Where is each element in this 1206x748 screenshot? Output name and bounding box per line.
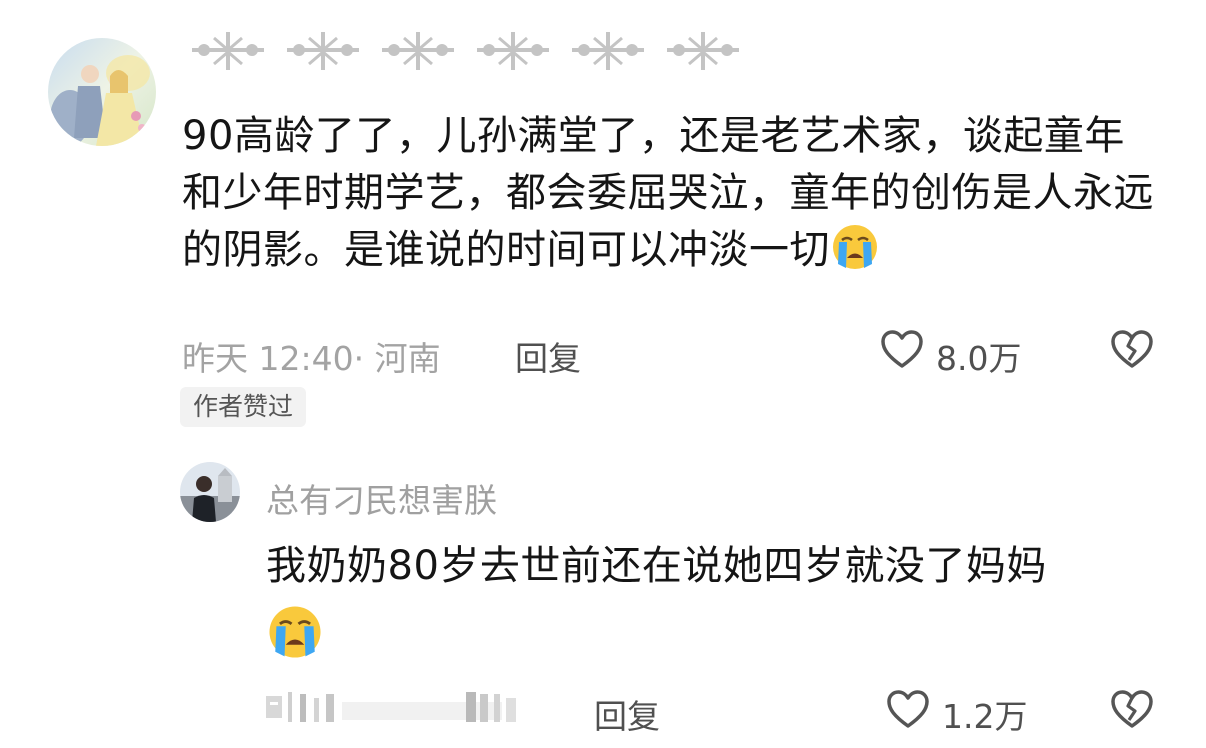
like-button[interactable]	[880, 328, 924, 372]
like-button[interactable]	[886, 688, 930, 732]
loudly-crying-face-icon	[833, 225, 877, 269]
heart-icon	[887, 690, 929, 728]
loudly-crying-face-icon	[269, 606, 321, 658]
decorative-username[interactable]	[184, 30, 754, 72]
like-count: 1.2万	[942, 697, 1028, 736]
like-count: 8.0万	[936, 339, 1022, 378]
avatar-illustration	[48, 38, 156, 146]
heart-icon	[881, 330, 923, 368]
avatar-photo	[180, 462, 240, 522]
comment-body: 90高龄了了，儿孙满堂了，还是老艺术家，谈起童年和少年时期学艺，都会委屈哭泣，童…	[182, 113, 1154, 273]
dislike-button[interactable]	[1110, 328, 1154, 372]
comment-text: 90高龄了了，儿孙满堂了，还是老艺术家，谈起童年和少年时期学艺，都会委屈哭泣，童…	[182, 108, 1162, 279]
reply-user-avatar[interactable]	[180, 462, 240, 522]
obscured-timestamp	[266, 692, 516, 722]
user-avatar[interactable]	[48, 38, 156, 146]
reply-body: 我奶奶80岁去世前还在说她四岁就没了妈妈	[266, 543, 1047, 589]
comment-time-location: 昨天 12:40· 河南	[182, 339, 441, 378]
broken-heart-icon	[1111, 690, 1153, 728]
reply-button[interactable]: 回复	[515, 332, 581, 380]
author-liked-badge: 作者赞过	[180, 387, 307, 427]
broken-heart-icon	[1111, 330, 1153, 368]
reply-button[interactable]: 回复	[594, 690, 660, 738]
reply-text: 我奶奶80岁去世前还在说她四岁就没了妈妈	[266, 538, 1166, 668]
dislike-button[interactable]	[1110, 688, 1154, 732]
reply-username[interactable]: 总有刁民想害朕	[266, 474, 497, 522]
